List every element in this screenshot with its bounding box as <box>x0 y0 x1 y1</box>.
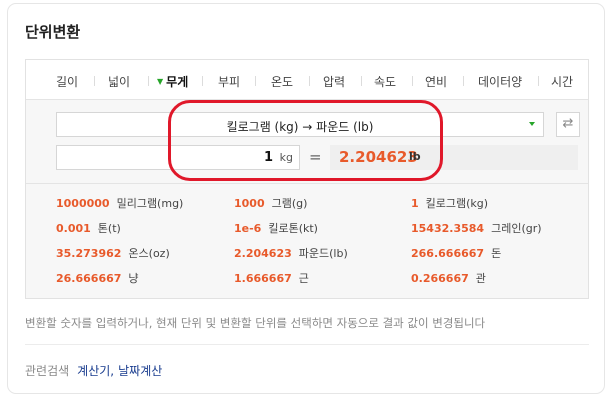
conversion-item: 2.204623 파운드(lb) <box>234 245 348 261</box>
conversion-value: 35.273962 <box>56 247 122 260</box>
conversion-unit: 냥 <box>128 272 139 285</box>
conversion-item: 26.666667 냥 <box>56 270 139 286</box>
category-tabs: 길이 넓이 ▼ 무게 부피 온도 압력 속도 연비 데이터양 시간 <box>26 60 588 100</box>
conversion-value: 26.666667 <box>56 272 122 285</box>
tab-area[interactable]: 넓이 <box>108 73 130 90</box>
tab-length[interactable]: 길이 <box>56 73 78 90</box>
conversion-unit: 온스(oz) <box>128 247 170 260</box>
conversion-value: 1000000 <box>56 197 110 210</box>
conversion-item: 1000 그램(g) <box>234 195 307 211</box>
tab-volume[interactable]: 부피 <box>218 73 240 90</box>
tab-separator <box>94 76 95 86</box>
conversion-unit: 그램(g) <box>271 197 308 210</box>
conversion-item: 15432.3584 그레인(gr) <box>411 220 542 236</box>
related-link-date-calculator[interactable]: 날짜계산 <box>118 364 162 378</box>
conversion-item: 35.273962 온스(oz) <box>56 245 170 261</box>
tab-separator <box>309 76 310 86</box>
conversion-unit: 그레인(gr) <box>491 222 542 235</box>
conversion-unit: 킬로그램(kg) <box>425 197 489 210</box>
related-searches: 관련검색 계산기, 날짜계산 <box>25 362 162 379</box>
active-tab-arrow-icon: ▼ <box>157 77 164 86</box>
conversion-value: 266.666667 <box>411 247 485 260</box>
conversion-value: 0.001 <box>56 222 91 235</box>
tab-weight-label: 무게 <box>166 75 189 89</box>
conversion-value: 15432.3584 <box>411 222 485 235</box>
conversion-item: 0.001 톤(t) <box>56 220 121 236</box>
conversion-unit: 톤(t) <box>97 222 121 235</box>
conversion-value: 2.204623 <box>234 247 292 260</box>
highlight-annotation <box>168 100 443 181</box>
related-searches-label: 관련검색 <box>25 364 70 378</box>
chevron-down-icon <box>529 122 535 126</box>
conversion-item: 1.666667 근 <box>234 270 309 286</box>
tab-separator <box>255 76 256 86</box>
conversion-value: 1000 <box>234 197 265 210</box>
usage-hint: 변환할 숫자를 입력하거나, 현재 단위 및 변환할 단위를 선택하면 자동으로… <box>25 316 486 330</box>
results-divider <box>26 183 588 184</box>
conversion-item: 266.666667 돈 <box>411 245 501 261</box>
tab-fuel-economy[interactable]: 연비 <box>425 73 447 90</box>
tab-separator <box>202 76 203 86</box>
conversion-unit: 관 <box>475 272 486 285</box>
conversion-unit: 돈 <box>491 247 502 260</box>
tab-separator <box>361 76 362 86</box>
tab-separator <box>463 76 464 86</box>
tab-separator <box>538 76 539 86</box>
tab-separator <box>148 76 149 86</box>
conversion-item: 1e-6 킬로톤(kt) <box>234 220 318 236</box>
conversion-unit: 킬로톤(kt) <box>268 222 318 235</box>
swap-arrows-icon: ⇄ <box>562 116 574 131</box>
tab-pressure[interactable]: 압력 <box>323 73 345 90</box>
tab-speed[interactable]: 속도 <box>374 73 396 90</box>
conversion-value: 0.266667 <box>411 272 469 285</box>
conversion-value: 1e-6 <box>234 222 262 235</box>
related-link-calculator[interactable]: 계산기, <box>77 364 114 378</box>
tab-data-size[interactable]: 데이터양 <box>478 73 522 90</box>
conversion-item: 1 킬로그램(kg) <box>411 195 488 211</box>
conversion-item: 0.266667 관 <box>411 270 486 286</box>
tab-weight[interactable]: ▼ 무게 <box>157 73 188 90</box>
unit-converter-card: 단위변환 길이 넓이 ▼ 무게 부피 온도 압력 속도 연비 데이터양 시간 킬로… <box>7 3 605 394</box>
conversion-unit: 근 <box>298 272 309 285</box>
section-divider <box>25 344 589 345</box>
conversion-value: 1.666667 <box>234 272 292 285</box>
tab-separator <box>412 76 413 86</box>
conversion-unit: 파운드(lb) <box>298 247 348 260</box>
tab-temperature[interactable]: 온도 <box>271 73 293 90</box>
swap-units-button[interactable]: ⇄ <box>556 112 580 137</box>
conversion-item: 1000000 밀리그램(mg) <box>56 195 183 211</box>
tab-time[interactable]: 시간 <box>551 73 573 90</box>
conversion-value: 1 <box>411 197 419 210</box>
widget-title: 단위변환 <box>25 23 81 41</box>
conversion-unit: 밀리그램(mg) <box>116 197 184 210</box>
